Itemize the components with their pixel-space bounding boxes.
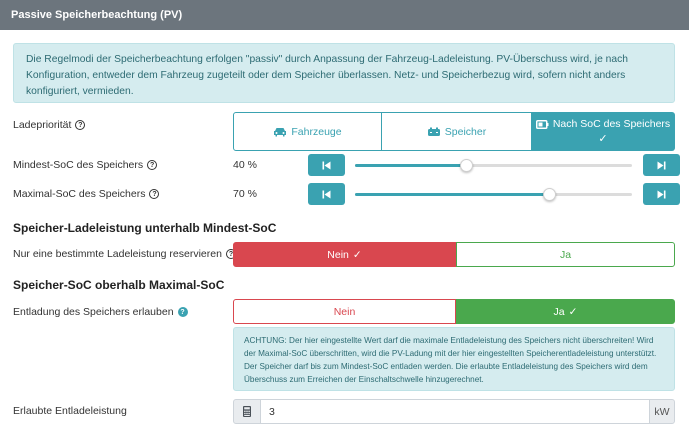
maximal-soc-label: Maximal-SoC des Speichers ? [13,188,160,200]
mindest-soc-slider[interactable] [355,159,632,172]
calculator-icon [243,406,251,417]
option-fahrzeuge-button[interactable]: Fahrzeuge [233,112,382,151]
maximal-soc-value: 70 % [233,188,257,200]
mindest-soc-increase-button[interactable] [643,154,680,176]
checkmark-icon: ✓ [598,133,608,145]
mindest-soc-label: Mindest-SoC des Speichers ? [13,159,158,171]
car-icon [274,127,287,136]
skip-backward-icon [322,161,331,169]
maximal-soc-slider-fill [355,193,549,196]
skip-backward-icon [322,190,331,198]
reservieren-ja-button[interactable]: Ja [456,242,675,267]
reservieren-toggle: Nein ✓ Ja [233,242,675,267]
checkmark-icon: ✓ [568,305,578,318]
help-icon[interactable]: ? [147,160,158,170]
entladung-ja-button[interactable]: Ja ✓ [456,299,675,324]
section-title-ladeleistung: Speicher-Ladeleistung unterhalb Mindest-… [13,221,277,235]
maximal-soc-decrease-button[interactable] [308,183,345,205]
warning-text: ACHTUNG: Der hier eingestellte Wert darf… [244,336,657,384]
help-icon[interactable]: ? [149,189,160,199]
mindest-soc-slider-fill [355,164,466,167]
info-text: Die Regelmodi der Speicherbeachtung erfo… [26,54,629,97]
entladung-toggle: Nein Ja ✓ [233,299,675,324]
checkmark-icon: ✓ [352,248,362,261]
maximal-soc-slider[interactable] [355,188,632,201]
maximal-soc-slider-thumb[interactable] [542,188,556,201]
help-icon[interactable]: ? [75,120,86,130]
battery-car-icon [427,127,440,136]
entladung-label: Entladung des Speichers erlauben ? [13,306,188,318]
warning-alert: ACHTUNG: Der hier eingestellte Wert darf… [233,327,675,391]
entladeleistung-label: Erlaubte Entladeleistung [13,405,127,417]
card-header: Passive Speicherbeachtung (PV) [0,0,689,30]
ladeprioritaet-button-group: Fahrzeuge Speicher Nach SoC des Speicher… [233,112,675,151]
card-title: Passive Speicherbeachtung (PV) [11,9,183,21]
entladeleistung-input[interactable] [261,399,649,424]
option-nach-soc-content: Nach SoC des Speichers [535,118,670,130]
maximal-soc-increase-button[interactable] [643,183,680,205]
option-speicher-button[interactable]: Speicher [382,112,532,151]
ladeprioritaet-label: Ladepriorität ? [13,119,86,131]
mindest-soc-decrease-button[interactable] [308,154,345,176]
option-nach-soc-button[interactable]: Nach SoC des Speichers ✓ [532,112,675,151]
unit-label: kW [649,399,675,424]
section-title-soc: Speicher-SoC oberhalb Maximal-SoC [13,278,225,292]
mindest-soc-slider-thumb[interactable] [459,159,473,172]
calculator-icon-box [233,399,261,424]
skip-forward-icon [657,161,666,169]
skip-forward-icon [657,190,666,198]
reservieren-nein-button[interactable]: Nein ✓ [233,242,456,267]
entladeleistung-input-group: kW [233,399,675,424]
entladung-nein-button[interactable]: Nein [233,299,456,324]
help-icon[interactable]: ? [177,307,188,317]
reservieren-label: Nur eine bestimmte Ladeleistung reservie… [13,248,236,260]
info-alert: Die Regelmodi der Speicherbeachtung erfo… [13,43,675,103]
mindest-soc-value: 40 % [233,159,257,171]
battery-icon [535,119,549,129]
